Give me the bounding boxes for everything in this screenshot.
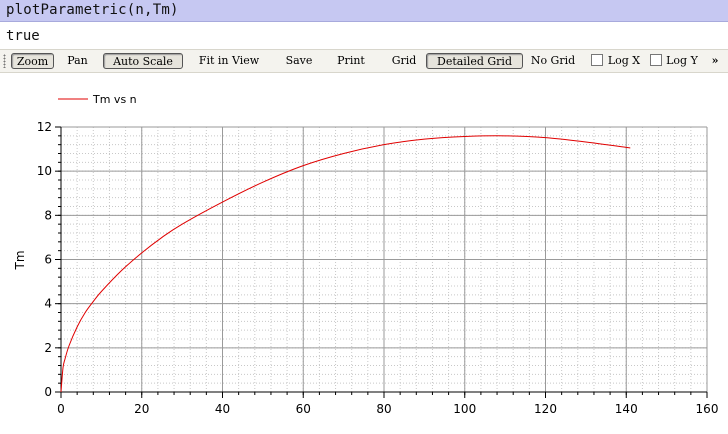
x-tick-label: 80 — [376, 402, 391, 416]
log-x-checkbox[interactable] — [591, 54, 603, 66]
x-tick-label: 60 — [296, 402, 311, 416]
plot-area: 0 20 40 60 80 100 120 140 160 0 2 4 6 8 10 12 Tm vs n T… — [0, 73, 728, 430]
toolbar-overflow-button[interactable]: » — [707, 53, 723, 69]
legend: Tm vs n — [58, 93, 137, 106]
y-tick-label: 8 — [44, 208, 52, 222]
pan-button[interactable]: Pan — [60, 53, 95, 69]
auto-scale-button[interactable]: Auto Scale — [103, 53, 183, 69]
detailed-grid-button[interactable]: Detailed Grid — [426, 53, 523, 69]
result-text: true — [6, 28, 40, 44]
log-y-checkbox[interactable] — [650, 54, 662, 66]
print-button[interactable]: Print — [331, 53, 371, 69]
zoom-button[interactable]: Zoom — [11, 53, 54, 69]
y-tick-label: 10 — [37, 164, 52, 178]
plot-canvas: 0 20 40 60 80 100 120 140 160 0 2 4 6 8 10 12 Tm vs n T… — [13, 93, 719, 416]
command-text: plotParametric(n,Tm) — [6, 2, 179, 18]
x-tick-label: 100 — [453, 402, 476, 416]
y-tick-label: 4 — [44, 297, 52, 311]
series-line — [60, 135, 631, 393]
result-bar: true — [0, 22, 728, 49]
x-tick-label: 0 — [57, 402, 65, 416]
plot-toolbar: Zoom Pan Auto Scale Fit in View Save Pri… — [0, 49, 728, 73]
command-bar: plotParametric(n,Tm) — [0, 0, 728, 22]
y-tick-label: 0 — [44, 385, 52, 399]
series-layer — [60, 135, 631, 393]
log-x-label[interactable]: Log X — [606, 53, 642, 69]
x-tick-label: 140 — [615, 402, 638, 416]
save-button[interactable]: Save — [282, 53, 316, 69]
x-tick-label: 120 — [534, 402, 557, 416]
y-tick-label: 12 — [37, 120, 52, 134]
toolbar-grip-handle[interactable] — [3, 54, 6, 68]
log-y-label[interactable]: Log Y — [664, 53, 700, 69]
grid-button[interactable]: Grid — [387, 53, 421, 69]
x-tick-label: 20 — [134, 402, 149, 416]
y-axis-label: Tm — [13, 250, 27, 270]
fit-in-view-button[interactable]: Fit in View — [191, 53, 267, 69]
legend-label: Tm vs n — [92, 93, 137, 106]
x-tick-label: 40 — [215, 402, 230, 416]
no-grid-button[interactable]: No Grid — [528, 53, 578, 69]
y-tick-label: 2 — [44, 341, 52, 355]
y-tick-label: 6 — [44, 253, 52, 267]
x-tick-label: 160 — [696, 402, 719, 416]
